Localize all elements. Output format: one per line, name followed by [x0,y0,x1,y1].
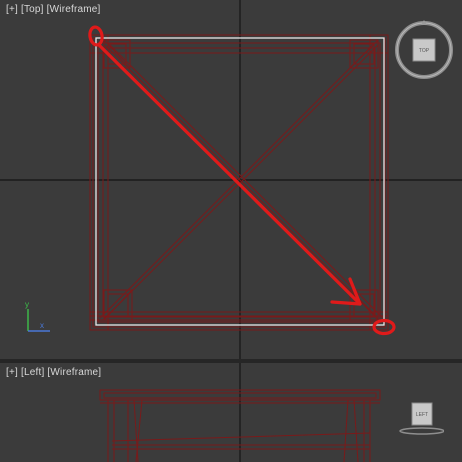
axis-y-label: y [25,300,29,309]
axis-tripod: y x [25,300,50,332]
viewport-point-of-view[interactable]: [Top] [21,4,44,15]
viewcube-face-label-left: LEFT [416,412,428,418]
viewport-point-of-view-left[interactable]: [Left] [21,367,44,378]
axis-x-label: x [40,321,44,330]
viewcube-compass-ring-left [399,427,444,435]
viewport-shading-mode-left[interactable]: [Wireframe] [47,367,101,378]
left-viewport-label: [+] [Left] [Wireframe] [6,367,101,378]
top-viewport-label: [+] [Top] [Wireframe] [6,4,101,15]
viewport-menu-plus[interactable]: [+] [6,4,18,15]
diagonal-arrow-line [98,44,362,306]
viewport-shading-mode[interactable]: [Wireframe] [47,4,101,15]
left-viewport[interactable]: [+] [Left] [Wireframe] LEFT [0,363,462,462]
viewcube-left[interactable]: LEFT [392,397,444,437]
viewport-menu-plus-left[interactable]: [+] [6,367,18,378]
viewcube-face-label: TOP [419,48,430,54]
viewcube-top[interactable]: TOP [392,18,456,82]
top-viewport[interactable]: y x [+] [Top] [Wireframe] TOP [0,0,462,359]
